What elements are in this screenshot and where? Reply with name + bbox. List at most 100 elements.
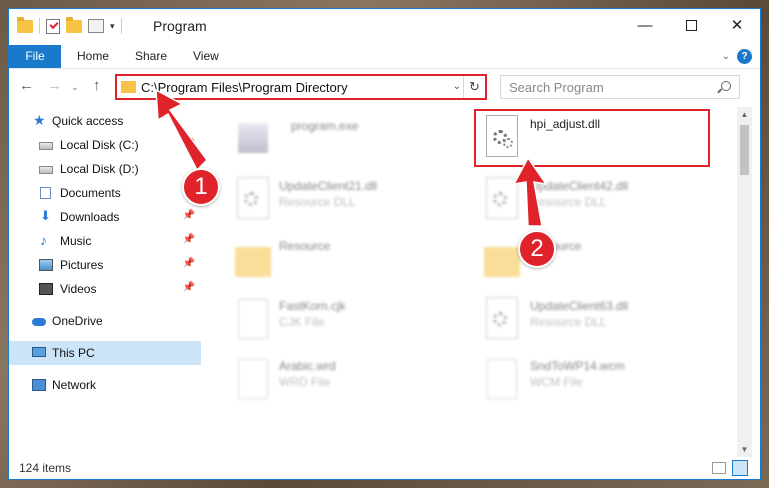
maximize-icon [685,19,697,31]
sidebar-item-documents[interactable]: Documents 📌 [9,181,201,205]
documents-icon [40,187,51,199]
file-icon [238,359,268,399]
file-item[interactable]: SndToWP14.wcm WCM File [482,355,722,411]
file-type: Resource DLL [279,195,356,209]
divider [39,18,40,34]
sidebar-item-label: OneDrive [52,314,103,328]
star-icon: ★ [33,112,46,128]
sidebar-item-videos[interactable]: Videos 📌 [9,277,201,301]
address-path[interactable]: C:\Program Files\Program Directory [141,80,348,95]
sidebar-item-music[interactable]: ♪ Music 📌 [9,229,201,253]
item-count: 124 items [19,461,72,475]
pin-icon[interactable]: 📌 [183,210,195,221]
pin-icon[interactable]: 📌 [183,234,195,245]
tab-share[interactable]: Share [135,45,167,68]
file-item[interactable]: program.exe [233,115,473,171]
navigation-bar: ← → ⌄ ↑ C:\Program Files\Program Directo… [9,73,760,101]
search-icon[interactable] [721,81,731,91]
file-type: WRD File [279,375,331,389]
tab-view[interactable]: View [193,45,219,68]
file-icon [238,299,268,339]
large-icons-view-icon[interactable] [732,460,748,476]
customize-icon[interactable] [88,19,104,33]
new-folder-icon[interactable] [66,16,82,33]
sidebar-item-downloads[interactable]: ⬇ Downloads 📌 [9,205,201,229]
address-bar[interactable]: C:\Program Files\Program Directory ⌄ ↻ [116,75,486,99]
file-item[interactable]: FastKorn.cjk CJK File [233,295,473,351]
title-bar: ▾ Program — ✕ [9,9,760,41]
folder-icon [235,247,271,277]
sidebar-item-label: Local Disk (D:) [60,162,139,176]
sidebar-item-label: Pictures [60,258,104,272]
pin-icon[interactable]: 📌 [183,138,195,149]
ribbon-tabs: File Home Share View ⌄ ? [9,45,760,69]
address-dropdown-button[interactable]: ⌄ [453,81,461,92]
minimize-button[interactable]: — [622,9,668,41]
vertical-scrollbar[interactable]: ▲ ▼ [737,107,752,457]
file-type: WCM File [530,375,583,389]
pin-icon[interactable]: 📌 [183,282,195,293]
download-icon: ⬇ [40,208,51,223]
file-item[interactable]: UpdateClient21.dll Resource DLL [233,175,473,231]
help-icon[interactable]: ? [737,49,752,64]
sidebar-item-local-disk-c[interactable]: Local Disk (C:) 📌 [9,133,201,157]
sidebar-item-network[interactable]: Network [9,373,201,397]
expand-ribbon-icon[interactable]: ⌄ [722,51,730,62]
window-title: Program [153,18,207,34]
forward-button[interactable]: → [47,77,62,94]
details-view-icon[interactable] [712,462,726,474]
chevron-down-icon[interactable]: ▾ [110,21,115,32]
quick-access-toolbar: ▾ [17,16,122,34]
dll-gear-icon [237,177,269,219]
file-name: FastKorn.cjk [279,299,346,313]
file-type: Resource DLL [530,195,607,209]
navigation-pane: ★ Quick access Local Disk (C:) 📌 Local D… [9,107,201,457]
recent-locations-button[interactable]: ⌄ [71,82,79,93]
sidebar-item-label: Downloads [60,210,120,224]
search-placeholder: Search Program [509,80,604,95]
refresh-button[interactable]: ↻ [463,76,485,98]
search-input[interactable]: Search Program [500,75,740,99]
file-item[interactable]: Arabic.wrd WRD File [233,355,473,411]
folder-icon [17,16,33,33]
tab-file[interactable]: File [9,45,61,68]
sidebar-item-local-disk-d[interactable]: Local Disk (D:) [9,157,201,181]
file-name: Resource [279,239,331,253]
sidebar-item-label: Documents [60,186,121,200]
drive-icon [39,142,53,150]
sidebar-item-pictures[interactable]: Pictures 📌 [9,253,201,277]
scroll-down-icon[interactable]: ▼ [737,442,752,457]
scroll-up-icon[interactable]: ▲ [737,107,752,122]
tab-home[interactable]: Home [77,45,109,68]
sidebar-item-onedrive[interactable]: OneDrive [9,309,201,333]
status-bar: 124 items [9,457,760,479]
file-item[interactable]: Resource [233,235,473,291]
scroll-thumb[interactable] [740,125,749,175]
dll-gear-icon [486,297,518,339]
file-name: SndToWP14.wcm [530,359,625,373]
sidebar-item-label: Music [60,234,92,248]
maximize-button[interactable] [668,9,714,41]
back-button[interactable]: ← [19,77,34,94]
drive-icon [39,166,53,174]
file-item-hpi-adjust[interactable]: hpi_adjust.dll [482,113,722,169]
network-icon [32,379,46,391]
file-icon [487,359,517,399]
file-item[interactable]: UpdateClient42.dll Resource DLL [482,175,722,231]
divider [120,18,122,34]
folder-icon [484,247,520,277]
sidebar-item-label: This PC [52,346,95,360]
up-button[interactable]: ↑ [93,77,101,94]
dll-gear-icon [486,177,518,219]
sidebar-item-label: Network [52,378,97,392]
file-item[interactable]: UpdateClient63.dll Resource DLL [482,295,722,351]
pictures-icon [39,259,53,271]
exe-icon [238,123,268,153]
close-button[interactable]: ✕ [714,9,760,41]
file-type: CJK File [279,315,325,329]
pin-icon[interactable]: 📌 [183,258,195,269]
sidebar-item-quick-access[interactable]: ★ Quick access [9,109,201,133]
sidebar-item-this-pc[interactable]: This PC [9,341,201,365]
dll-gear-icon [486,115,518,157]
properties-check-icon[interactable] [46,18,60,34]
